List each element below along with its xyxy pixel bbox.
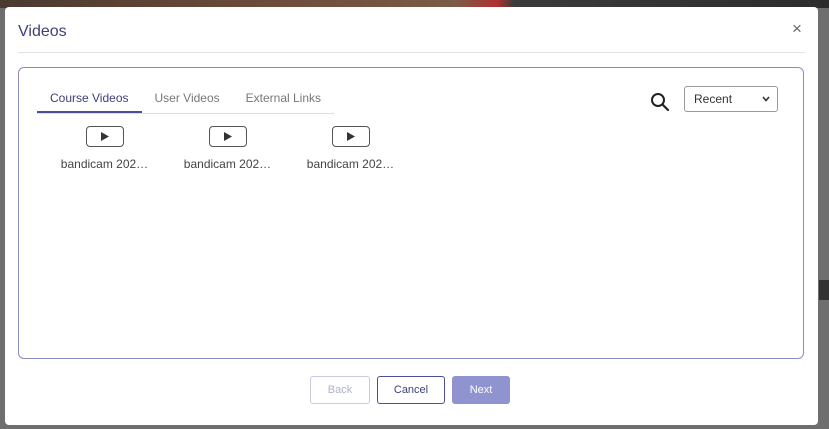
video-play-icon bbox=[85, 126, 124, 147]
search-icon[interactable] bbox=[650, 92, 670, 112]
background-page-edge bbox=[819, 280, 829, 300]
back-button[interactable]: Back bbox=[310, 376, 370, 404]
sort-selected-value: Recent bbox=[694, 92, 733, 106]
header-divider bbox=[18, 52, 805, 53]
dialog-header: Videos × bbox=[5, 7, 818, 53]
video-item[interactable]: bandicam 202… bbox=[289, 126, 412, 171]
cancel-button[interactable]: Cancel bbox=[377, 376, 445, 404]
video-title: bandicam 202… bbox=[60, 157, 149, 171]
close-icon[interactable]: × bbox=[789, 20, 805, 37]
sort-select[interactable]: Recent bbox=[684, 86, 778, 112]
video-item[interactable]: bandicam 202… bbox=[166, 126, 289, 171]
video-list: bandicam 202… bandicam 202… bandicam 202… bbox=[43, 126, 412, 171]
video-title: bandicam 202… bbox=[306, 157, 395, 171]
video-browser-panel: Course Videos User Videos External Links… bbox=[18, 67, 804, 359]
video-play-icon bbox=[208, 126, 247, 147]
video-title: bandicam 202… bbox=[183, 157, 272, 171]
video-item[interactable]: bandicam 202… bbox=[43, 126, 166, 171]
tab-external-links[interactable]: External Links bbox=[233, 90, 334, 113]
video-play-icon bbox=[331, 126, 370, 147]
chevron-down-icon bbox=[762, 96, 770, 102]
tab-course-videos[interactable]: Course Videos bbox=[37, 90, 142, 113]
dialog-title: Videos bbox=[18, 23, 67, 40]
tab-user-videos[interactable]: User Videos bbox=[142, 90, 233, 113]
next-button[interactable]: Next bbox=[452, 376, 510, 404]
video-source-tabs: Course Videos User Videos External Links bbox=[37, 90, 335, 114]
videos-dialog: Videos × Course Videos User Videos Exter… bbox=[5, 7, 818, 425]
